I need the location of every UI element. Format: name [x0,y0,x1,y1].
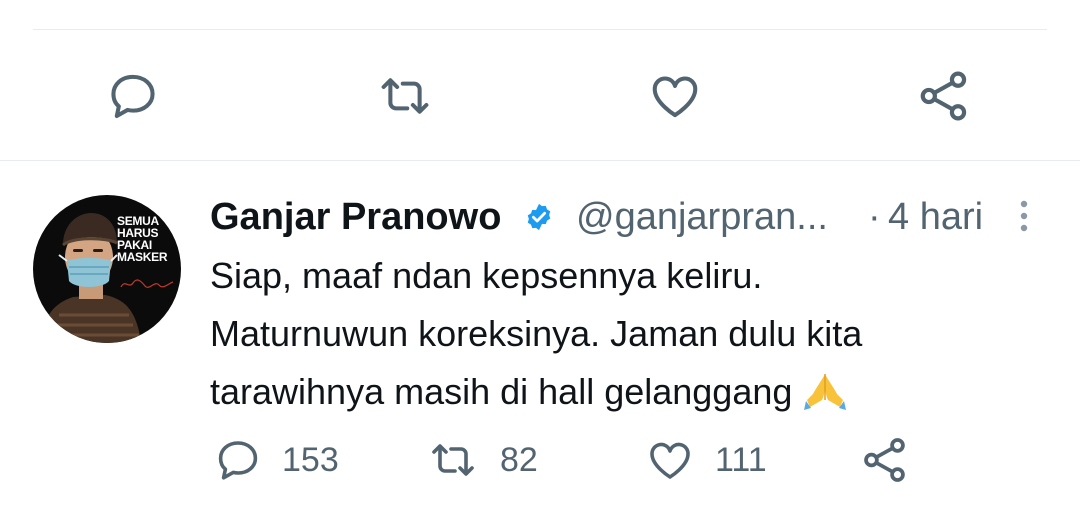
author-handle[interactable]: @ganjarpran... [576,195,828,239]
tweet-text-line-1: Siap, maaf ndan kepsennya keliru. [210,255,763,296]
share-icon [920,71,967,121]
retweet-button[interactable]: 82 [426,432,538,488]
tweet-text-line-3: tarawihnya masih di hall gelanggang [210,363,1040,421]
more-vertical-icon[interactable] [1014,198,1034,238]
folded-hands-emoji [804,374,847,410]
heart-icon [650,442,690,479]
reply-count: 153 [282,440,339,479]
top-divider [33,29,1047,30]
main-reply-button[interactable] [103,68,163,124]
section-divider [0,160,1080,161]
reply-icon [218,441,258,480]
tweet-text-line-2: Maturnuwun koreksinya. Jaman dulu kita [210,313,863,354]
avatar-poster-text: SEMUA HARUS PAKAI MASKER [117,215,179,263]
avatar[interactable]: SEMUA HARUS PAKAI MASKER [33,195,181,343]
share-button[interactable] [860,432,910,488]
author-name[interactable]: Ganjar Pranowo [210,195,501,239]
tweet-text: Siap, maaf ndan kepsennya keliru. Maturnu… [210,247,1040,421]
like-count: 111 [715,440,767,479]
tweet-timestamp[interactable]: 4 hari [888,195,983,239]
main-tweet-action-bar [0,60,1080,132]
tweet-text-line-3-content: tarawihnya masih di hall gelanggang [210,371,793,412]
retweet-icon [432,444,474,476]
reply-button[interactable]: 153 [214,432,339,488]
main-share-button[interactable] [914,68,974,124]
main-retweet-button[interactable] [375,68,435,124]
poster-line-4: MASKER [117,250,168,264]
verified-badge-icon [527,203,551,231]
reply-icon [111,74,155,119]
signature-scribble [120,279,174,288]
retweet-count: 82 [500,440,538,479]
header-separator: · [868,196,881,238]
like-button[interactable]: 111 [645,432,767,488]
retweet-icon [381,78,429,114]
share-icon [864,438,905,482]
tweet-header: Ganjar Pranowo @ganjarpran... · 4 hari [210,195,1040,239]
heart-icon [652,76,698,118]
main-like-button[interactable] [645,68,705,124]
